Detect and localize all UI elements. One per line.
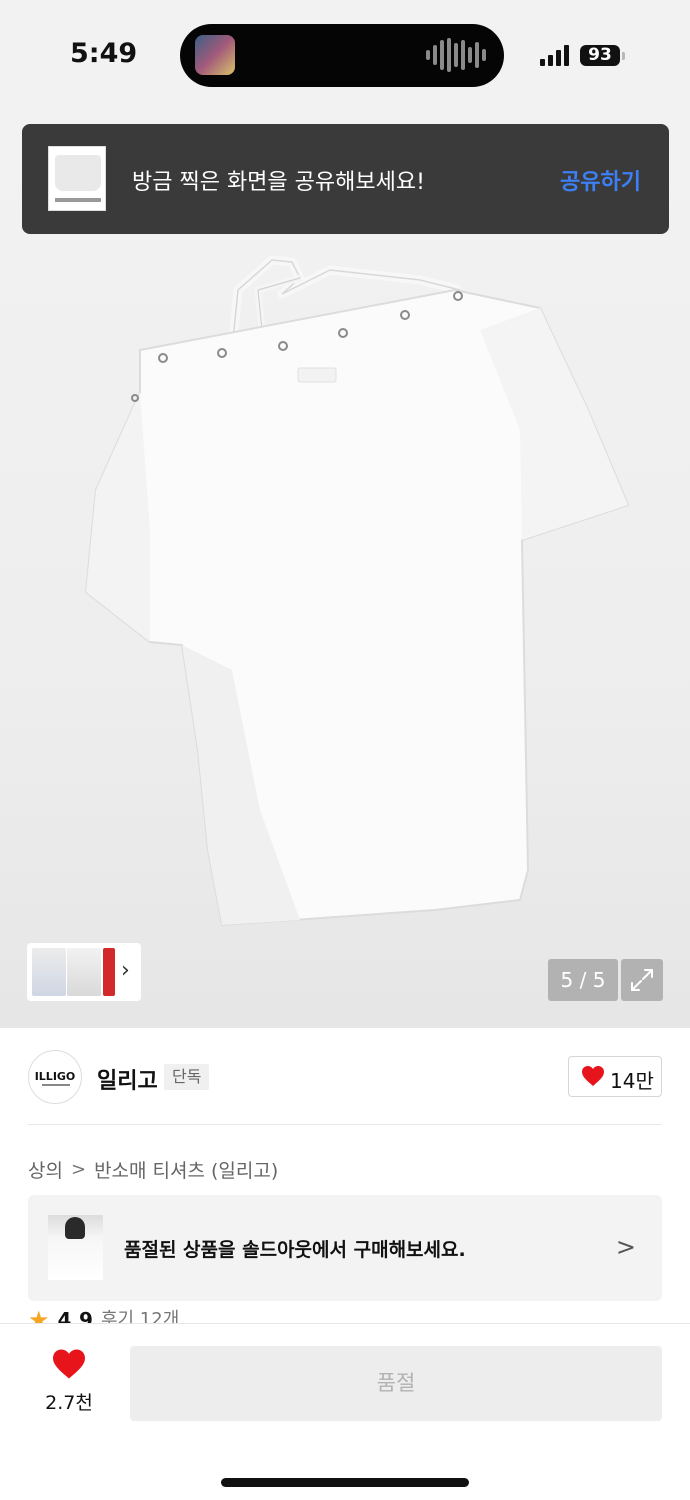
breadcrumb: 상의 > 반소매 티셔츠 (일리고) [28,1156,278,1183]
share-toast-message: 방금 찍은 화면을 공유해보세요! [132,170,425,195]
cellular-signal-icon [540,44,569,66]
audio-wave-icon [426,38,486,72]
heart-icon [582,1066,604,1086]
screenshot-thumbnail[interactable] [48,146,106,211]
chevron-right-icon: > [615,1233,636,1261]
expand-icon[interactable] [621,959,663,1001]
battery-tip [622,52,625,60]
soldout-banner-image [48,1215,103,1280]
share-button[interactable]: 공유하기 [560,164,641,196]
brand-name[interactable]: 일리고 [97,1063,158,1095]
home-indicator[interactable] [221,1478,469,1487]
soldout-banner[interactable]: 품절된 상품을 솔드아웃에서 구매해보세요. > [28,1195,662,1301]
review-count: 후기 12개 [100,1309,180,1324]
thumbnail-image[interactable] [32,948,66,996]
image-counter: 5 / 5 [548,959,618,1001]
breadcrumb-item-category[interactable]: 상의 [28,1156,63,1183]
rating-score: 4.9 [57,1308,93,1324]
battery-indicator: 93 [580,45,620,66]
star-icon: ★ [28,1308,50,1324]
heart-icon [53,1349,85,1379]
soldout-banner-text: 품절된 상품을 솔드아웃에서 구매해보세요. [124,1239,466,1261]
brand-like-count: 14만 [610,1069,654,1093]
sold-out-button[interactable]: 품절 [130,1346,662,1421]
thumbnail-image[interactable] [67,948,101,996]
wishlist-count: 2.7천 [45,1392,93,1414]
status-time: 5:49 [70,38,138,69]
wishlist-button[interactable]: 2.7천 [40,1348,98,1415]
thumbnail-image[interactable] [103,948,115,996]
rating-summary[interactable]: ★ 4.9 후기 12개 [28,1308,179,1324]
divider [28,1124,662,1125]
brand-logo[interactable]: ILLIGO [28,1050,82,1104]
product-image [84,255,630,927]
exclusive-badge: 단독 [164,1064,210,1090]
breadcrumb-item-subcategory[interactable]: 반소매 티셔츠 (일리고) [94,1156,278,1183]
status-bar: 5:49 93 [0,0,690,110]
chevron-right-icon[interactable]: › [121,958,130,983]
brand-like-button[interactable]: 14만 [568,1056,662,1097]
breadcrumb-separator-icon: > [70,1159,87,1180]
thumbnail-strip[interactable]: › [27,943,141,1001]
product-image-gallery[interactable]: › 5 / 5 [0,110,690,1028]
now-playing-artwork [195,35,235,75]
share-toast: 방금 찍은 화면을 공유해보세요! 공유하기 [22,124,669,234]
dynamic-island[interactable] [180,24,504,87]
brand-logo-text: ILLIGO [34,1070,76,1083]
bottom-action-bar: 2.7천 품절 [0,1323,690,1500]
